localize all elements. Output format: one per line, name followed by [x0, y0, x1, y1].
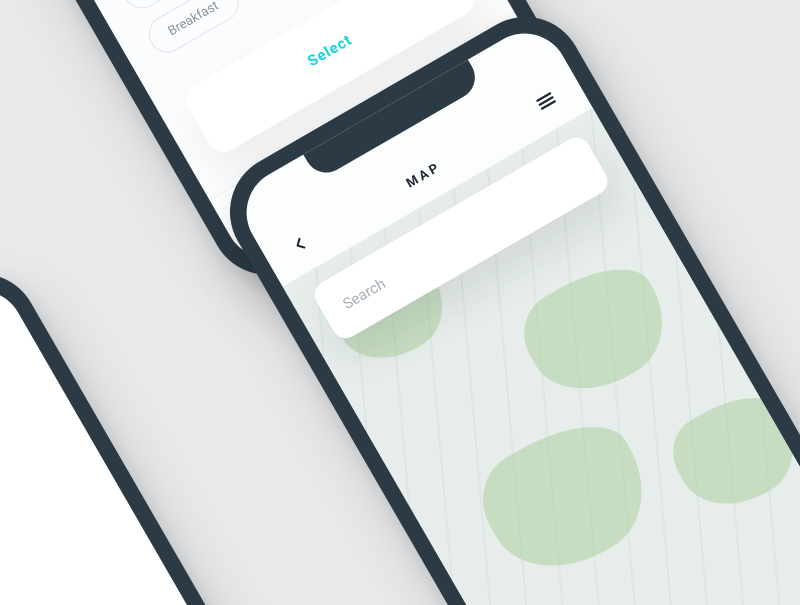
map-park-patch	[659, 379, 800, 526]
menu-button[interactable]	[531, 86, 561, 116]
map-park-patch	[508, 248, 684, 413]
menu-icon	[531, 86, 561, 116]
chevron-left-icon	[286, 231, 313, 258]
map-title: MAP	[404, 160, 444, 192]
back-button[interactable]	[286, 231, 313, 258]
chip-breakfast[interactable]: Breakfast	[142, 0, 245, 59]
map-park-patch	[465, 402, 669, 595]
